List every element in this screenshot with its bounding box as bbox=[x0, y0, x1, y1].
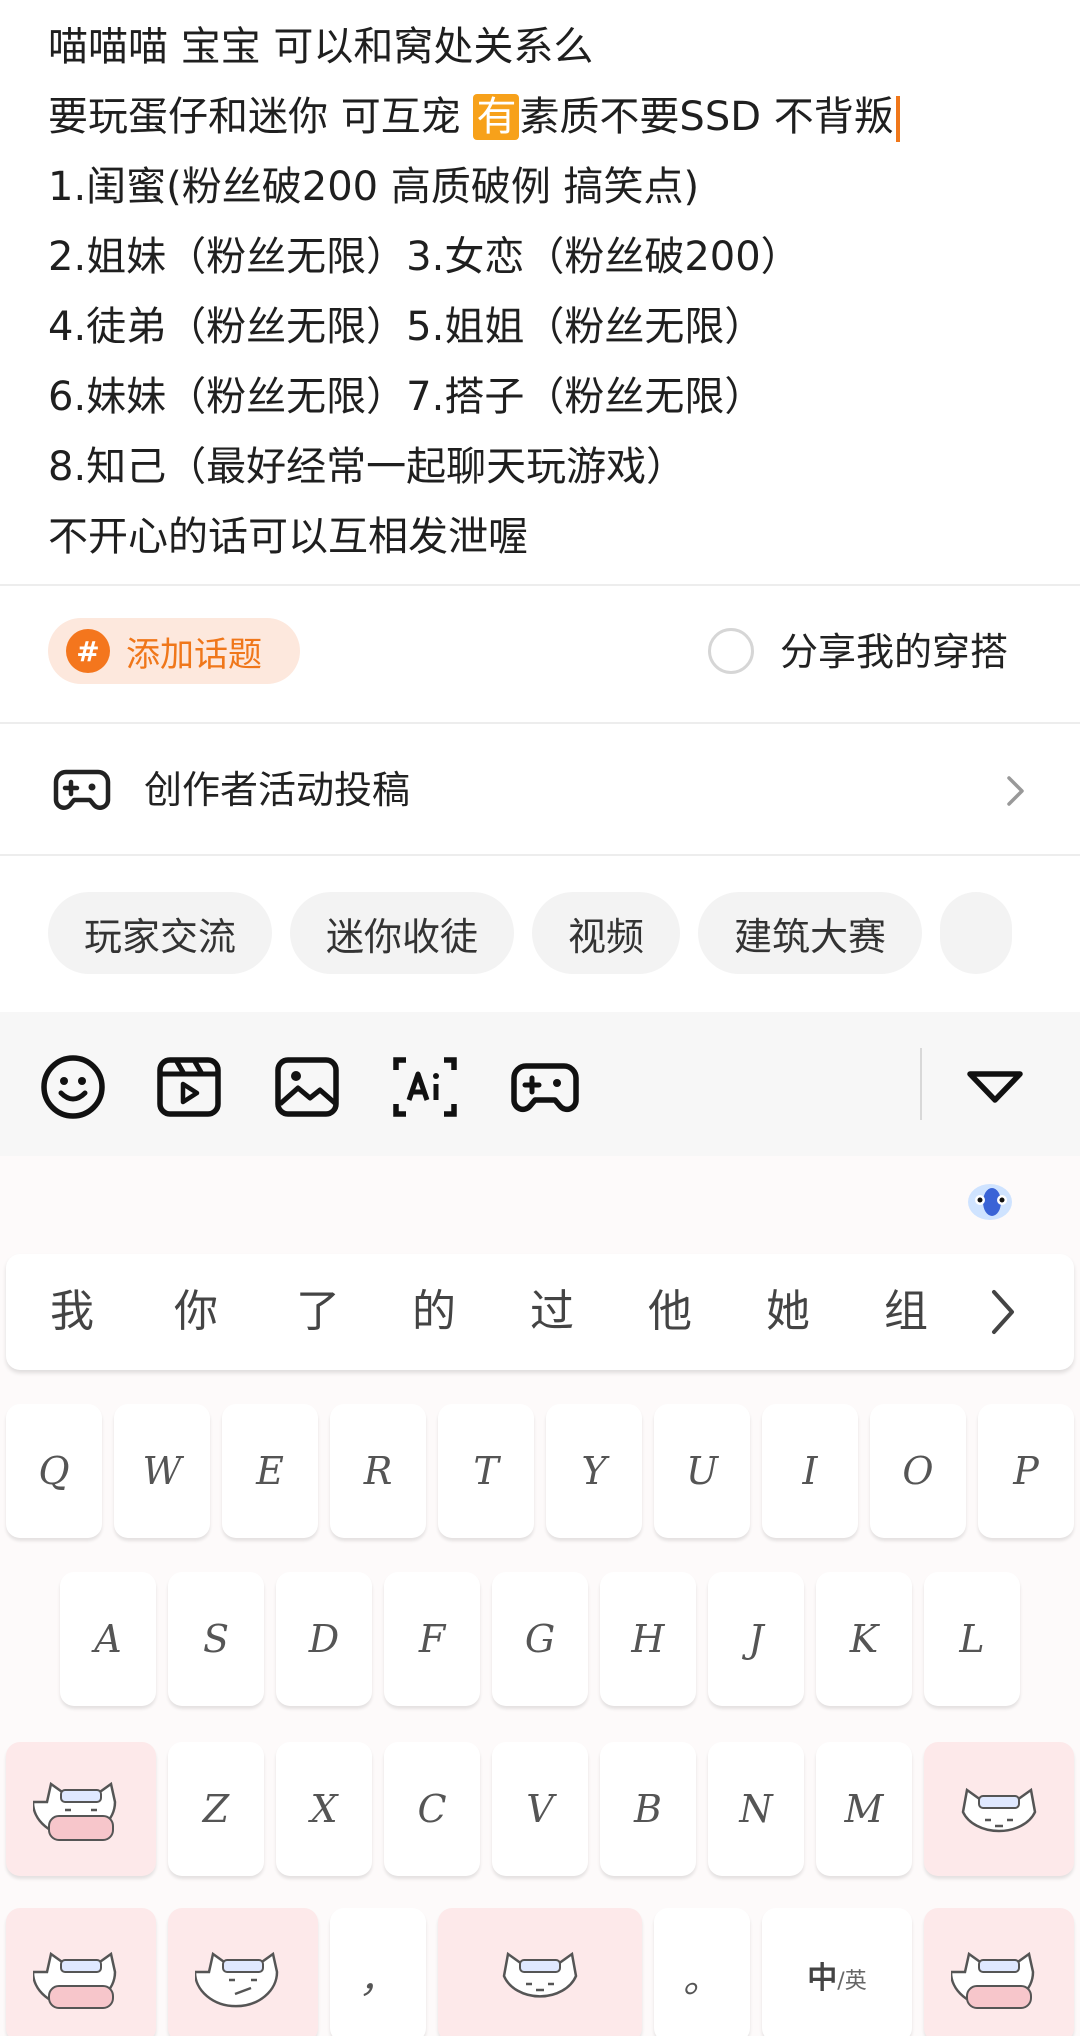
key-q[interactable]: Q bbox=[6, 1404, 102, 1538]
key-u[interactable]: U bbox=[654, 1404, 750, 1538]
candidate-word[interactable]: 她 bbox=[766, 1254, 810, 1370]
key-o[interactable]: O bbox=[870, 1404, 966, 1538]
video-icon[interactable] bbox=[154, 1052, 224, 1122]
key-r[interactable]: R bbox=[330, 1404, 426, 1538]
candidate-word[interactable]: 他 bbox=[648, 1254, 692, 1370]
tag-chip[interactable]: 建筑大赛 bbox=[698, 892, 923, 974]
post-editor[interactable]: 喵喵喵 宝宝 可以和窝处关系么 要玩蛋仔和迷你 可互宠 有素质不要SSD 不背叛… bbox=[0, 0, 1080, 584]
collapse-keyboard-icon[interactable] bbox=[960, 1052, 1030, 1122]
editor-line-2-start: 要玩蛋仔和迷你 可互宠 bbox=[48, 94, 474, 140]
divider bbox=[0, 584, 1080, 586]
text-cursor bbox=[895, 96, 900, 142]
tag-chip[interactable]: 玩家交流 bbox=[48, 892, 273, 974]
cat-sticker-icon bbox=[502, 1951, 578, 1998]
key-e[interactable]: E bbox=[222, 1404, 318, 1538]
key-t[interactable]: T bbox=[438, 1404, 534, 1538]
creator-activity-label: 创作者活动投稿 bbox=[144, 768, 411, 812]
key-h[interactable]: H bbox=[600, 1572, 696, 1706]
divider bbox=[0, 854, 1080, 856]
key-d[interactable]: D bbox=[276, 1572, 372, 1706]
cat-sticker-icon bbox=[33, 1781, 117, 1841]
key-l[interactable]: L bbox=[924, 1572, 1020, 1706]
symbols-key[interactable] bbox=[6, 1908, 156, 2036]
gamepad-icon[interactable] bbox=[510, 1052, 580, 1122]
candidate-word[interactable]: 我 bbox=[50, 1254, 94, 1370]
emoji-icon[interactable] bbox=[38, 1052, 108, 1122]
key-n[interactable]: N bbox=[708, 1742, 804, 1876]
chevron-right-icon bbox=[1007, 776, 1024, 806]
tag-chip-list: 玩家交流 迷你收徒 视频 建筑大赛 bbox=[48, 892, 1032, 974]
language-alt-label: /英 bbox=[837, 1969, 867, 1994]
editor-line-7: 8.知己（最好经常一起聊天玩游戏） bbox=[48, 444, 687, 490]
tag-chip[interactable] bbox=[940, 892, 1013, 974]
image-icon[interactable] bbox=[272, 1052, 342, 1122]
shift-key[interactable] bbox=[6, 1742, 156, 1876]
cat-sticker-icon bbox=[961, 1787, 1037, 1833]
key-y[interactable]: Y bbox=[546, 1404, 642, 1538]
candidate-word[interactable]: 组 bbox=[884, 1254, 928, 1370]
editor-toolbar bbox=[0, 1012, 1080, 1156]
enter-key[interactable] bbox=[924, 1908, 1074, 2036]
gamepad-icon bbox=[53, 769, 111, 810]
tag-chip[interactable]: 视频 bbox=[532, 892, 681, 974]
backspace-key[interactable] bbox=[924, 1742, 1074, 1876]
editor-line-1: 喵喵喵 宝宝 可以和窝处关系么 bbox=[48, 24, 594, 70]
key-f[interactable]: F bbox=[384, 1572, 480, 1706]
key-p[interactable]: P bbox=[978, 1404, 1074, 1538]
language-main-label: 中 bbox=[807, 1961, 838, 1996]
key-x[interactable]: X bbox=[276, 1742, 372, 1876]
add-topic-button[interactable]: # 添加话题 bbox=[48, 618, 300, 684]
ai-text-icon[interactable] bbox=[390, 1052, 460, 1122]
period-key[interactable]: 。 bbox=[654, 1908, 750, 2036]
candidate-word[interactable]: 的 bbox=[412, 1254, 456, 1370]
divider bbox=[0, 722, 1080, 724]
highlighted-char: 有 bbox=[473, 94, 520, 140]
key-m[interactable]: M bbox=[816, 1742, 912, 1876]
cat-sticker-icon bbox=[951, 1951, 1035, 2009]
cat-sticker-icon bbox=[33, 1951, 117, 2009]
key-g[interactable]: G bbox=[492, 1572, 588, 1706]
key-w[interactable]: W bbox=[114, 1404, 210, 1538]
toolbar-separator bbox=[920, 1048, 922, 1120]
editor-line-3: 1.闺蜜(粉丝破200 高质破例 搞笑点) bbox=[48, 164, 700, 210]
editor-line-2-end: 素质不要SSD 不背叛 bbox=[519, 94, 894, 140]
editor-line-6: 6.妹妹（粉丝无限）7.搭子（粉丝无限） bbox=[48, 374, 765, 420]
key-v[interactable]: V bbox=[492, 1742, 588, 1876]
tag-chip[interactable]: 迷你收徒 bbox=[290, 892, 515, 974]
share-outfit-radio[interactable] bbox=[708, 628, 754, 674]
editor-line-2: 要玩蛋仔和迷你 可互宠 有素质不要SSD 不背叛 bbox=[48, 82, 1032, 152]
creator-activity-row[interactable]: 创作者活动投稿 bbox=[0, 726, 1080, 854]
candidate-word[interactable]: 过 bbox=[530, 1254, 574, 1370]
key-c[interactable]: C bbox=[384, 1742, 480, 1876]
hashtag-icon: # bbox=[66, 629, 110, 673]
add-topic-label: 添加话题 bbox=[126, 634, 262, 675]
editor-line-8: 不开心的话可以互相发泄喔 bbox=[48, 514, 528, 560]
key-a[interactable]: A bbox=[60, 1572, 156, 1706]
key-s[interactable]: S bbox=[168, 1572, 264, 1706]
language-switch-key[interactable]: 中/英 bbox=[762, 1908, 912, 2036]
key-z[interactable]: Z bbox=[168, 1742, 264, 1876]
key-k[interactable]: K bbox=[816, 1572, 912, 1706]
candidate-word[interactable]: 你 bbox=[174, 1254, 218, 1370]
comma-key[interactable]: ， bbox=[330, 1908, 426, 2036]
keyboard-assistant-icon[interactable] bbox=[962, 1172, 1018, 1228]
expand-candidates-icon[interactable] bbox=[988, 1286, 1018, 1338]
editor-line-5: 4.徒弟（粉丝无限）5.姐姐（粉丝无限） bbox=[48, 304, 765, 350]
space-key[interactable] bbox=[438, 1908, 642, 2036]
key-b[interactable]: B bbox=[600, 1742, 696, 1876]
numbers-key[interactable] bbox=[168, 1908, 318, 2036]
key-i[interactable]: I bbox=[762, 1404, 858, 1538]
candidate-bar: 我 你 了 的 过 他 她 组 bbox=[6, 1254, 1074, 1370]
editor-line-4: 2.姐妹（粉丝无限）3.女恋（粉丝破200） bbox=[48, 234, 801, 280]
cat-sticker-icon bbox=[195, 1951, 279, 2008]
key-j[interactable]: J bbox=[708, 1572, 804, 1706]
candidate-word[interactable]: 了 bbox=[296, 1254, 340, 1370]
share-outfit-label[interactable]: 分享我的穿搭 bbox=[780, 626, 1008, 678]
